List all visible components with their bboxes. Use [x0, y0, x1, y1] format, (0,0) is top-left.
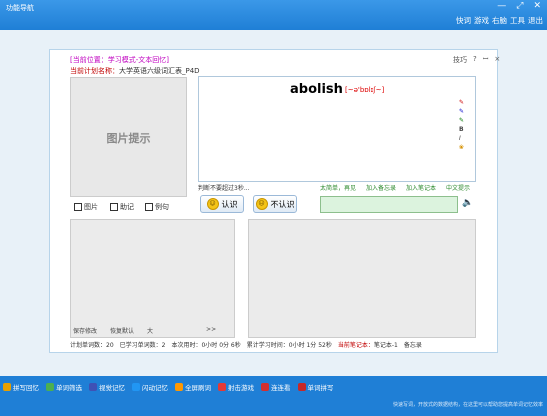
- plan-value: 大学英语六级词汇表_P4D: [119, 67, 200, 75]
- add-notebook-link[interactable]: 加入笔记本: [406, 183, 436, 192]
- word-display: abolish [~ə'bɒlɪʃ~]: [198, 76, 476, 182]
- sad-face-icon: ☹: [255, 198, 268, 210]
- plan-name: 当前计划名称：大学英语六级词汇表_P4D: [70, 66, 200, 76]
- flower-icon[interactable]: ❀: [459, 144, 464, 151]
- pen-green-icon[interactable]: ✎: [459, 117, 464, 124]
- word-text: abolish: [290, 82, 343, 97]
- smile-icon: ☺: [206, 198, 219, 210]
- picture-hint-box: 图片提示: [70, 77, 187, 197]
- status-bar: 计划单词数：20 已学习单词数：2 本次用时：0小时 0分 6秒 累计学习时间：…: [70, 340, 422, 349]
- expand-button[interactable]: >>: [206, 326, 216, 335]
- abc-icon: [297, 383, 306, 391]
- bold-icon[interactable]: B: [459, 126, 464, 133]
- close-icon[interactable]: ✕: [533, 1, 541, 11]
- hint-text: 判断不要超过3秒...: [198, 185, 250, 192]
- bottom-nav-item[interactable]: 连连看: [261, 382, 291, 392]
- nav-tools[interactable]: 工具: [510, 15, 525, 26]
- dont-know-button[interactable]: ☹ 不认识: [253, 195, 297, 213]
- bottom-nav-item[interactable]: 射击游戏: [218, 382, 254, 392]
- know-button[interactable]: ☺ 认识: [200, 195, 244, 213]
- memo-link[interactable]: 备忘录: [404, 340, 422, 349]
- pen-red-icon[interactable]: ✎: [459, 99, 464, 106]
- checkbox-label: 助记: [120, 203, 134, 211]
- checkbox-box[interactable]: [74, 203, 82, 211]
- window-title: 功能导航: [6, 4, 34, 12]
- learned-count: 已学习单词数：2: [119, 342, 166, 349]
- pencil-icon: [3, 383, 11, 391]
- font-size-button[interactable]: 大: [147, 326, 153, 335]
- total-time: 累计学习时间：0小时 1分 52秒: [246, 342, 332, 349]
- maximize-icon[interactable]: ⤢: [516, 1, 523, 11]
- restore-default-button[interactable]: 恢复默认: [110, 326, 134, 335]
- minimize-icon[interactable]: —: [497, 1, 506, 11]
- edit-tools: ✎ ✎ ✎ B I ❀: [459, 99, 464, 151]
- tips-button[interactable]: 技巧: [453, 55, 467, 65]
- checkbox-example[interactable]: 例句: [145, 202, 169, 212]
- checkbox-box[interactable]: [145, 203, 153, 211]
- bottom-nav-label: 连连看: [271, 384, 291, 392]
- bottom-nav-label: 拼写回忆: [13, 384, 39, 392]
- fullscreen-icon: [175, 383, 183, 391]
- bottom-nav-item[interactable]: 视觉记忆: [89, 382, 125, 392]
- nav-exit[interactable]: 退出: [528, 15, 543, 26]
- footer-text: 快速写词，开放式的数据结构，在这里可以帮助您提高单词记忆效率: [392, 402, 543, 408]
- mnemonic-panel[interactable]: [70, 219, 235, 338]
- bottom-nav-item[interactable]: 闪动记忆: [132, 382, 168, 392]
- dont-know-label: 不认识: [270, 199, 295, 209]
- bottom-nav-label: 闪动记忆: [142, 384, 168, 392]
- bottom-nav-item[interactable]: 拼写回忆: [3, 382, 39, 392]
- checkbox-label: 例句: [155, 203, 169, 211]
- picture-hint-label: 图片提示: [106, 132, 151, 145]
- plan-count: 计划单词数：20: [70, 342, 114, 349]
- magnifier-icon: [46, 383, 54, 391]
- bottom-nav-label: 视觉记忆: [99, 384, 125, 392]
- bottom-nav-label: 全屏刷词: [185, 384, 211, 392]
- answer-input[interactable]: [320, 196, 458, 213]
- plan-label: 当前计划名称：: [70, 67, 119, 75]
- add-memo-link[interactable]: 加入备忘录: [366, 183, 396, 192]
- chinese-hint-link[interactable]: 中文提示: [446, 183, 470, 192]
- help-icon[interactable]: ?: [473, 55, 477, 65]
- mnemonic-footer: 保存修改 恢复默认 大 >>: [73, 326, 216, 335]
- window-controls: — ⤢ ✕: [497, 1, 541, 11]
- save-changes-button[interactable]: 保存修改: [73, 326, 97, 335]
- panel-controls: 技巧 ? ꟷ ×: [453, 55, 500, 65]
- too-easy-link[interactable]: 太简单，再见: [320, 183, 356, 192]
- panel-close-icon[interactable]: ×: [494, 55, 500, 65]
- know-label: 认识: [221, 199, 238, 209]
- pin-icon[interactable]: ꟷ: [483, 55, 489, 65]
- checkbox-picture[interactable]: 图片: [74, 202, 98, 212]
- notebook-label: 当前笔记本：: [337, 342, 374, 349]
- checkbox-mnemonic[interactable]: 助记: [110, 202, 134, 212]
- this-time: 本次用时：0小时 0分 6秒: [171, 342, 241, 349]
- action-links: 太简单，再见 加入备忘录 加入笔记本 中文提示: [320, 183, 470, 192]
- pen-blue-icon[interactable]: ✎: [459, 108, 464, 115]
- speaker-icon[interactable]: 🔈: [462, 198, 473, 208]
- bottom-nav-item[interactable]: 单词筛选: [46, 382, 82, 392]
- notebook-value[interactable]: 笔记本-1: [374, 340, 398, 349]
- nav-right-brain[interactable]: 右脑: [492, 15, 507, 26]
- eye-icon: [89, 383, 97, 391]
- example-panel[interactable]: [248, 219, 476, 338]
- target-icon: [218, 383, 226, 391]
- nav-kuaici[interactable]: 快词: [456, 15, 471, 26]
- link-icon: [261, 383, 269, 391]
- bottom-nav-label: 单词筛选: [56, 384, 82, 392]
- breadcrumb: [当前位置：学习模式-文本回忆]: [70, 56, 169, 64]
- title-bar: 功能导航 — ⤢ ✕ 快词 游戏 右脑 工具 退出: [0, 0, 547, 30]
- bottom-nav-label: 射击游戏: [228, 384, 254, 392]
- bottom-nav-label: 单词拼写: [307, 384, 334, 392]
- checkbox-box[interactable]: [110, 203, 118, 211]
- bottom-nav: 拼写回忆 单词筛选 视觉记忆 闪动记忆 全屏刷词 射击游戏 连连看 单词拼写: [3, 382, 334, 392]
- nav-game[interactable]: 游戏: [474, 15, 489, 26]
- italic-icon[interactable]: I: [459, 135, 464, 142]
- bottom-nav-item[interactable]: 全屏刷词: [175, 382, 211, 392]
- checkbox-label: 图片: [84, 203, 98, 211]
- top-nav: 快词 游戏 右脑 工具 退出: [456, 15, 543, 26]
- bottom-nav-item[interactable]: 单词拼写: [297, 382, 334, 392]
- flash-icon: [132, 383, 140, 391]
- word-phonetic: [~ə'bɒlɪʃ~]: [345, 86, 385, 94]
